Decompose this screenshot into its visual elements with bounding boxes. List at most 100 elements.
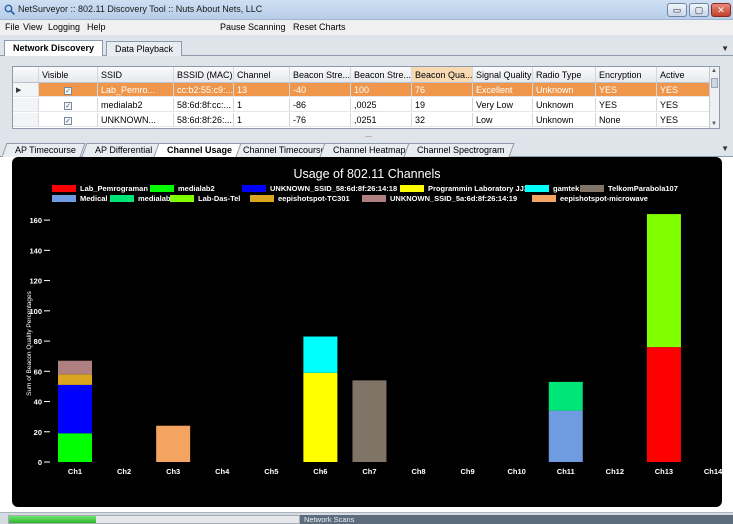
cell-bssid: 58:6d:8f:cc:...	[174, 98, 234, 111]
chart-tab-menu-icon[interactable]: ▼	[721, 144, 729, 153]
chart-plot: 020406080100120140160Sum of Beacon Quali…	[26, 214, 722, 476]
header-signal-quality[interactable]: Signal Quality	[473, 67, 533, 82]
bar-ch1-segment	[58, 374, 92, 385]
cell-signal-quality: Low	[473, 113, 533, 126]
header-encryption[interactable]: Encryption	[596, 67, 657, 82]
tab-label: Channel Heatmap	[333, 145, 406, 155]
header-beacon-strength[interactable]: Beacon Stre...	[290, 67, 351, 82]
tab-label: AP Differential	[95, 145, 153, 155]
y-tick-label: 140	[29, 246, 42, 255]
header-beacon-quality[interactable]: Beacon Qua...	[412, 67, 473, 82]
cell-ssid: Lab_Pemro...	[98, 83, 174, 96]
cell-radio-type: Unknown	[533, 113, 596, 126]
cell-ssid: UNKNOWN...	[98, 113, 174, 126]
visible-checkbox[interactable]: ✓	[64, 117, 72, 125]
cell-beacon-quality: 19	[412, 98, 473, 111]
scan-progress-bar	[8, 515, 300, 524]
chart-tab-strip: AP Timecourse AP Differential Channel Us…	[0, 140, 733, 157]
x-tick-label: Ch14	[704, 467, 722, 476]
cell-visible[interactable]: ✓	[39, 83, 98, 96]
cell-ssid: medialab2	[98, 98, 174, 111]
x-tick-label: Ch3	[166, 467, 180, 476]
tab-label: Channel Spectrogram	[417, 145, 505, 155]
scan-progress-fill	[9, 516, 96, 523]
header-bssid[interactable]: BSSID (MAC)	[174, 67, 234, 82]
bar-ch13-segment	[646, 347, 681, 462]
tab-channel-usage[interactable]: Channel Usage	[153, 143, 242, 157]
header-rowmark	[13, 67, 39, 82]
grid-scrollbar[interactable]: ▲ ▼	[709, 67, 719, 128]
reset-charts-button[interactable]: Reset Charts	[293, 22, 346, 32]
cell-signal-quality: Very Low	[473, 98, 533, 111]
header-active[interactable]: Active	[657, 67, 711, 82]
row-selector[interactable]: ▶	[13, 83, 39, 96]
menu-logging[interactable]: Logging	[48, 22, 80, 32]
x-tick-label: Ch13	[655, 467, 673, 476]
title-bar: NetSurveyor :: 802.11 Discovery Tool :: …	[0, 0, 733, 20]
cell-visible[interactable]: ✓	[39, 113, 98, 126]
cell-visible[interactable]: ✓	[39, 98, 98, 111]
scroll-thumb[interactable]	[711, 78, 718, 88]
tab-ap-timecourse[interactable]: AP Timecourse	[1, 143, 86, 157]
header-radio-type[interactable]: Radio Type	[533, 67, 596, 82]
cell-beacon-strength-2: 100	[351, 83, 412, 96]
tab-network-discovery[interactable]: Network Discovery	[4, 40, 104, 57]
tab-channel-heatmap[interactable]: Channel Heatmap	[319, 143, 416, 157]
tab-ap-differential[interactable]: AP Differential	[81, 143, 162, 157]
scroll-down-icon[interactable]: ▼	[711, 121, 717, 127]
x-tick-label: Ch1	[68, 467, 82, 476]
x-tick-label: Ch12	[606, 467, 624, 476]
grid-header: Visible SSID BSSID (MAC) Channel Beacon …	[13, 67, 719, 83]
visible-checkbox[interactable]: ✓	[64, 102, 72, 110]
tab-data-playback[interactable]: Data Playback	[106, 41, 183, 56]
menu-help[interactable]: Help	[87, 22, 106, 32]
status-bar: Network Scans	[0, 512, 733, 524]
minimize-button[interactable]: ▭	[667, 3, 687, 17]
bar-ch7-segment	[352, 380, 387, 462]
scroll-up-icon[interactable]: ▲	[711, 68, 717, 74]
window-title: NetSurveyor :: 802.11 Discovery Tool :: …	[18, 4, 263, 14]
cell-active: YES	[657, 83, 711, 96]
app-icon	[4, 4, 15, 15]
y-tick-label: 120	[29, 277, 42, 286]
header-channel[interactable]: Channel	[234, 67, 290, 82]
x-tick-label: Ch5	[264, 467, 278, 476]
cell-radio-type: Unknown	[533, 98, 596, 111]
cell-active: YES	[657, 98, 711, 111]
maximize-button[interactable]: ▢	[689, 3, 709, 17]
pause-scanning-button[interactable]: Pause Scanning	[220, 22, 286, 32]
table-row[interactable]: ✓ UNKNOWN... 58:6d:8f:26:... 1 -76 ,0251…	[13, 113, 719, 127]
status-text: Network Scans	[300, 515, 733, 524]
header-beacon-strength-2[interactable]: Beacon Stre...	[351, 67, 412, 82]
cell-beacon-strength-2: ,0025	[351, 98, 412, 111]
cell-active: YES	[657, 113, 711, 126]
tab-label: Channel Usage	[167, 145, 233, 155]
close-button[interactable]: ✕	[711, 3, 731, 17]
header-ssid[interactable]: SSID	[98, 67, 174, 82]
y-tick-label: 0	[38, 458, 42, 467]
network-grid-panel: Visible SSID BSSID (MAC) Channel Beacon …	[0, 56, 733, 134]
cell-channel: 13	[234, 83, 290, 96]
cell-encryption: None	[596, 113, 657, 126]
cell-beacon-strength: -76	[290, 113, 351, 126]
tab-channel-spectrogram[interactable]: Channel Spectrogram	[403, 143, 515, 157]
bar-ch1-segment	[58, 360, 92, 375]
table-row[interactable]: ✓ medialab2 58:6d:8f:cc:... 1 -86 ,0025 …	[13, 98, 719, 112]
main-tab-strip: Network Discovery Data Playback ▼	[0, 35, 733, 57]
menu-file[interactable]: File	[5, 22, 20, 32]
header-visible[interactable]: Visible	[39, 67, 98, 82]
y-tick-label: 60	[34, 367, 42, 376]
menu-bar: File View Logging Help Pause Scanning Re…	[0, 20, 733, 35]
tab-menu-icon[interactable]: ▼	[721, 44, 729, 53]
y-tick-label: 80	[34, 337, 42, 346]
row-selector[interactable]	[13, 98, 39, 111]
visible-checkbox[interactable]: ✓	[64, 87, 72, 95]
row-selector[interactable]	[13, 113, 39, 126]
bar-ch1-segment	[58, 384, 92, 434]
channel-usage-chart: Usage of 802.11 Channels Lab_Pemrograman…	[12, 157, 722, 507]
tab-label: AP Timecourse	[15, 145, 76, 155]
cell-beacon-strength-2: ,0251	[351, 113, 412, 126]
menu-view[interactable]: View	[23, 22, 42, 32]
table-row[interactable]: ▶ ✓ Lab_Pemro... cc:b2:55:c9:... 13 -40 …	[13, 83, 719, 97]
bar-ch6-segment	[303, 336, 338, 373]
